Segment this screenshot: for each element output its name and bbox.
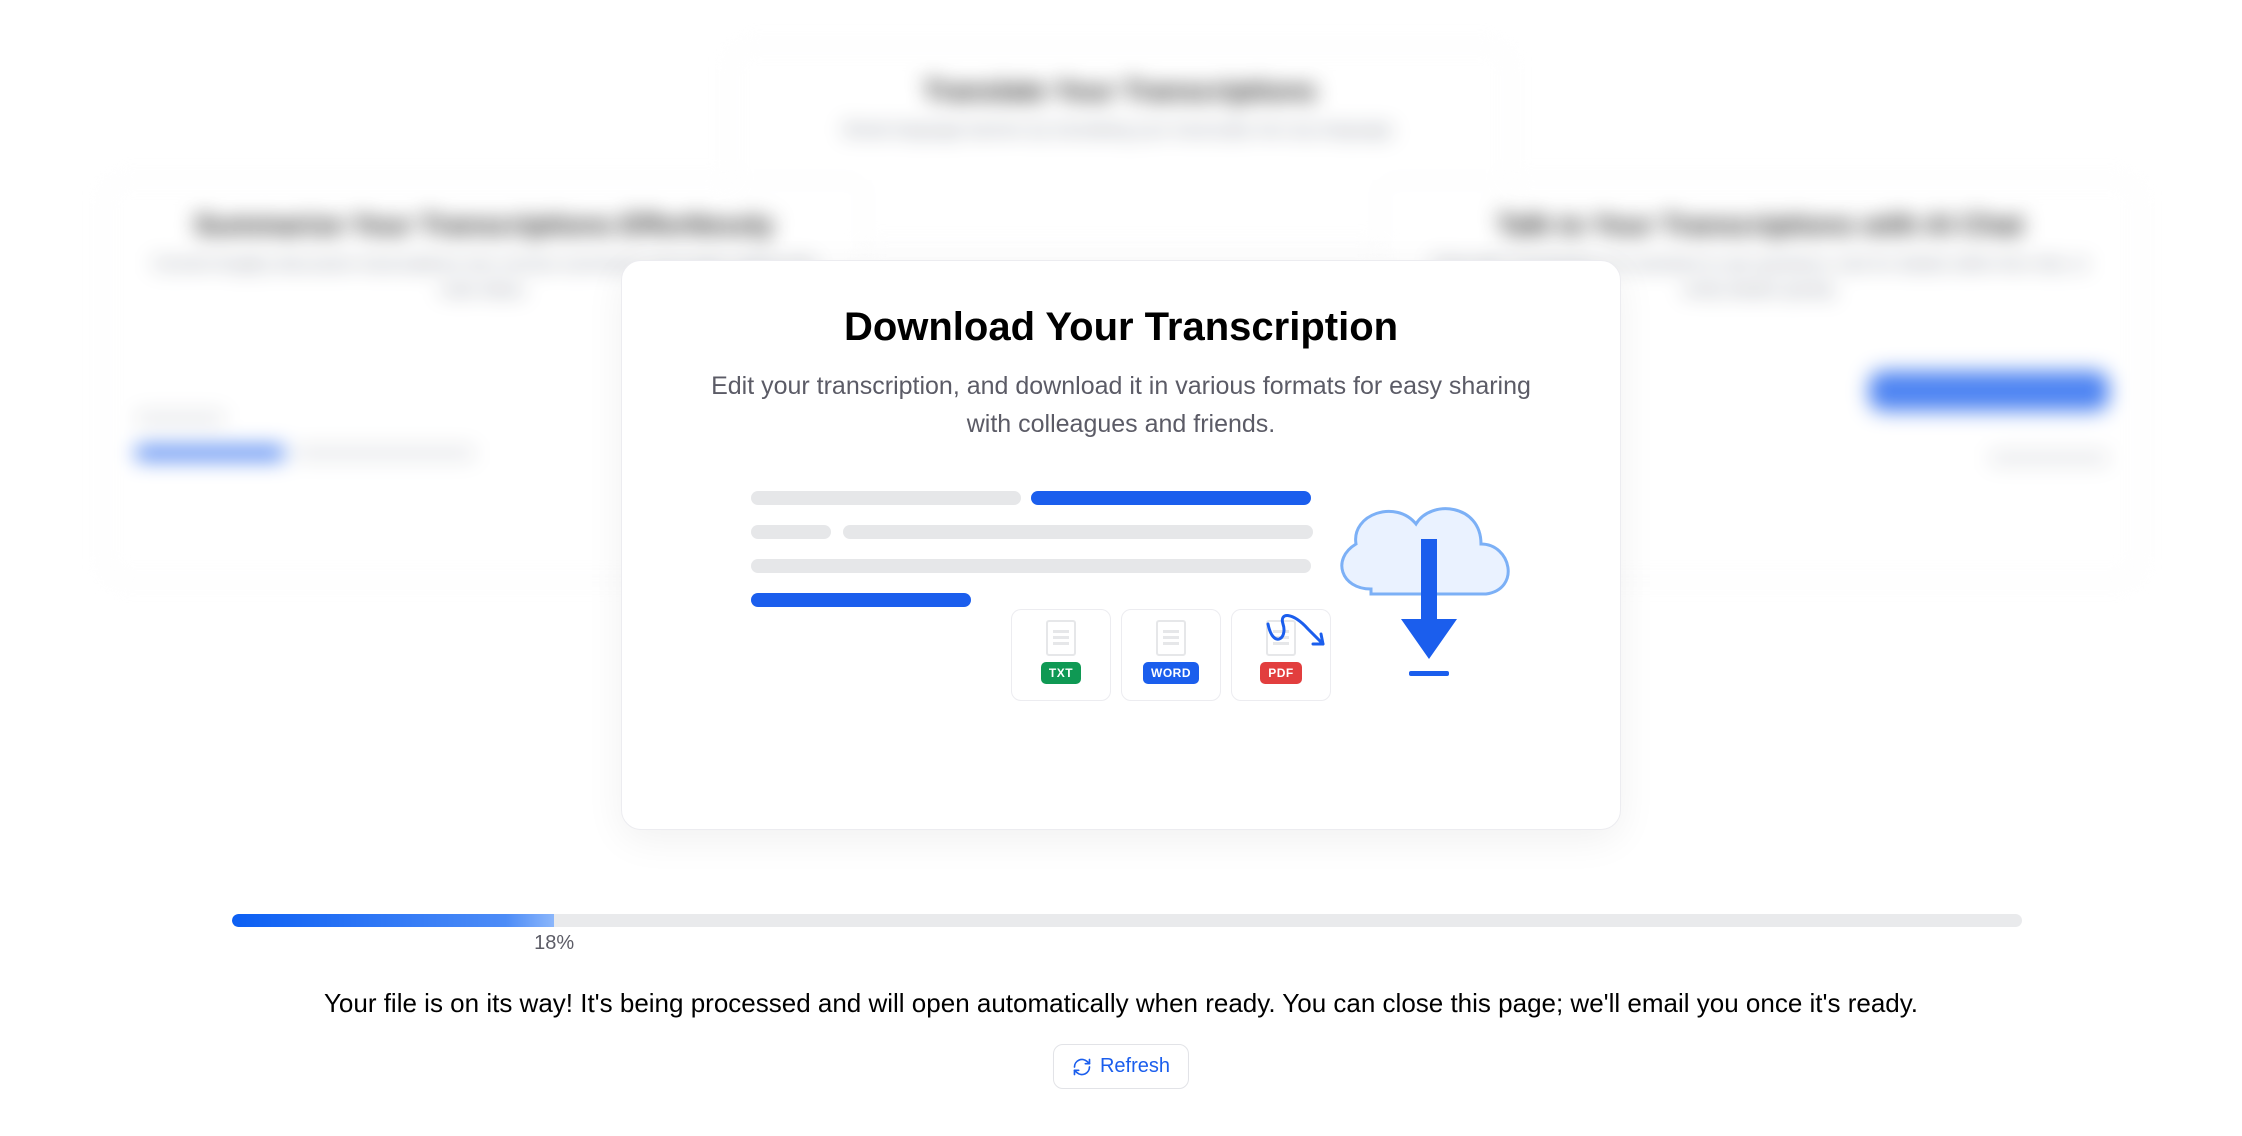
cloud-download-icon	[1311, 469, 1531, 689]
progress-bar	[232, 914, 2022, 927]
download-transcription-modal: Download Your Transcription Edit your tr…	[621, 260, 1621, 830]
refresh-button[interactable]: Refresh	[1053, 1044, 1189, 1089]
bg-card-title: Translate Your Transcriptions	[767, 75, 1473, 107]
status-message: Your file is on its way! It's being proc…	[0, 988, 2242, 1019]
format-badge: PDF	[1260, 662, 1302, 684]
progress-container: 18%	[232, 914, 2022, 927]
modal-title: Download Your Transcription	[676, 305, 1566, 350]
bg-card-title: Summarize Your Transcriptions Effortless…	[141, 209, 827, 241]
bg-card-title: Talk to Your Transcriptions with AI Chat	[1417, 209, 2103, 241]
format-badge: WORD	[1143, 662, 1199, 684]
progress-percent-label: 18%	[534, 932, 574, 955]
refresh-icon	[1072, 1057, 1092, 1077]
format-badge: TXT	[1041, 662, 1081, 684]
document-lines-graphic: TXT WORD PDF	[731, 479, 1331, 709]
refresh-button-label: Refresh	[1100, 1055, 1170, 1078]
format-card-word: WORD	[1121, 609, 1221, 701]
bg-card-body: Break language barriers by translating y…	[767, 117, 1473, 143]
format-card-txt: TXT	[1011, 609, 1111, 701]
modal-subtitle: Edit your transcription, and download it…	[676, 368, 1566, 443]
progress-fill	[232, 914, 554, 927]
illustration: TXT WORD PDF	[691, 479, 1551, 739]
